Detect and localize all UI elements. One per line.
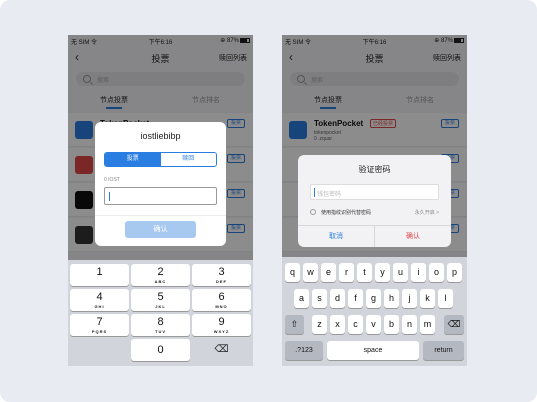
- key-r[interactable]: r: [339, 263, 354, 282]
- vote-redeem-segment: 投票 赎回: [104, 152, 217, 167]
- key-v[interactable]: v: [366, 315, 381, 334]
- key-d[interactable]: d: [330, 289, 345, 308]
- key-l[interactable]: l: [438, 289, 453, 308]
- key-m[interactable]: m: [420, 315, 435, 334]
- key-t[interactable]: t: [357, 263, 372, 282]
- key-y[interactable]: y: [375, 263, 390, 282]
- key-q[interactable]: q: [285, 263, 300, 282]
- key-f[interactable]: f: [348, 289, 363, 308]
- balance-label: 0 IOST: [104, 177, 120, 183]
- key-z[interactable]: z: [312, 315, 327, 334]
- key-0[interactable]: 0: [131, 339, 190, 361]
- key-k[interactable]: k: [420, 289, 435, 308]
- key-a[interactable]: a: [294, 289, 309, 308]
- key-g[interactable]: g: [366, 289, 381, 308]
- key-s[interactable]: s: [312, 289, 327, 308]
- space-key[interactable]: space: [327, 341, 419, 360]
- divider: [95, 215, 226, 216]
- backspace-icon[interactable]: ⌫: [192, 339, 251, 361]
- qwerty-keyboard: q w e r t y u i o p a s d f g h j k l ⇧ …: [282, 257, 467, 366]
- never-ask-link[interactable]: 永久开启 >: [415, 209, 439, 216]
- key-x[interactable]: x: [330, 315, 345, 334]
- key-2[interactable]: 2 ABC: [131, 264, 190, 286]
- key-w[interactable]: w: [303, 263, 318, 282]
- backspace-icon[interactable]: ⌫: [444, 315, 464, 334]
- numeric-keypad: 1 2 ABC 3 DEF 4 GHI 5 JKL 6 MNO 7 PQRS 8 TUV 9W…: [68, 260, 253, 366]
- shift-icon[interactable]: ⇧: [285, 315, 304, 334]
- key-b[interactable]: b: [384, 315, 399, 334]
- phone-screen-vote-dialog: 无 SIM 令 下午6:16 ⊕ 87% ‹ 投票 赎回列表 搜索 节点投票 节…: [68, 35, 253, 366]
- key-6[interactable]: 6 MNO: [192, 289, 251, 311]
- segment-vote[interactable]: 投票: [105, 153, 161, 166]
- phone-screen-password-dialog: 无 SIM 令 下午6:16 ⊕ 87% ‹ 投票 赎回列表 搜索 节点投票 节…: [282, 35, 467, 366]
- key-3[interactable]: 3 DEF: [192, 264, 251, 286]
- key-1[interactable]: 1: [70, 264, 129, 286]
- amount-input[interactable]: [104, 187, 217, 205]
- key-5[interactable]: 5 JKL: [131, 289, 190, 311]
- segment-redeem[interactable]: 赎回: [160, 153, 216, 166]
- key-c[interactable]: c: [348, 315, 363, 334]
- key-4[interactable]: 4 GHI: [70, 289, 129, 311]
- key-u[interactable]: u: [393, 263, 408, 282]
- key-i[interactable]: i: [411, 263, 426, 282]
- fingerprint-label: 使用指纹识别代替密码: [321, 210, 372, 216]
- password-placeholder: 钱包密码: [317, 192, 342, 198]
- dialog-title: iostliebibp: [140, 131, 181, 141]
- password-input[interactable]: 钱包密码: [310, 184, 439, 200]
- numbers-key[interactable]: .?123: [285, 341, 323, 360]
- key-8[interactable]: 8 TUV: [131, 314, 190, 336]
- key-7[interactable]: 7 PQRS: [70, 314, 129, 336]
- key-blank: [70, 339, 129, 361]
- text-caret: [314, 188, 315, 197]
- key-o[interactable]: o: [429, 263, 444, 282]
- key-9[interactable]: 9 WXYZ: [192, 314, 251, 336]
- fingerprint-radio[interactable]: [310, 209, 316, 215]
- cancel-button[interactable]: 取消: [298, 231, 374, 241]
- key-e[interactable]: e: [321, 263, 336, 282]
- return-key[interactable]: return: [423, 341, 464, 360]
- dialog-title: 验证密码: [358, 165, 391, 174]
- key-h[interactable]: h: [384, 289, 399, 308]
- confirm-button[interactable]: 确认: [375, 231, 451, 241]
- confirm-button[interactable]: 确认: [125, 221, 196, 238]
- vote-dialog: iostliebibp 投票 赎回 0 IOST 确认: [95, 122, 226, 246]
- password-dialog: 验证密码 钱包密码 使用指纹识别代替密码 永久开启 > 取消 确认: [298, 155, 451, 247]
- key-p[interactable]: p: [447, 263, 462, 282]
- text-caret: [109, 192, 110, 201]
- key-j[interactable]: j: [402, 289, 417, 308]
- key-n[interactable]: n: [402, 315, 417, 334]
